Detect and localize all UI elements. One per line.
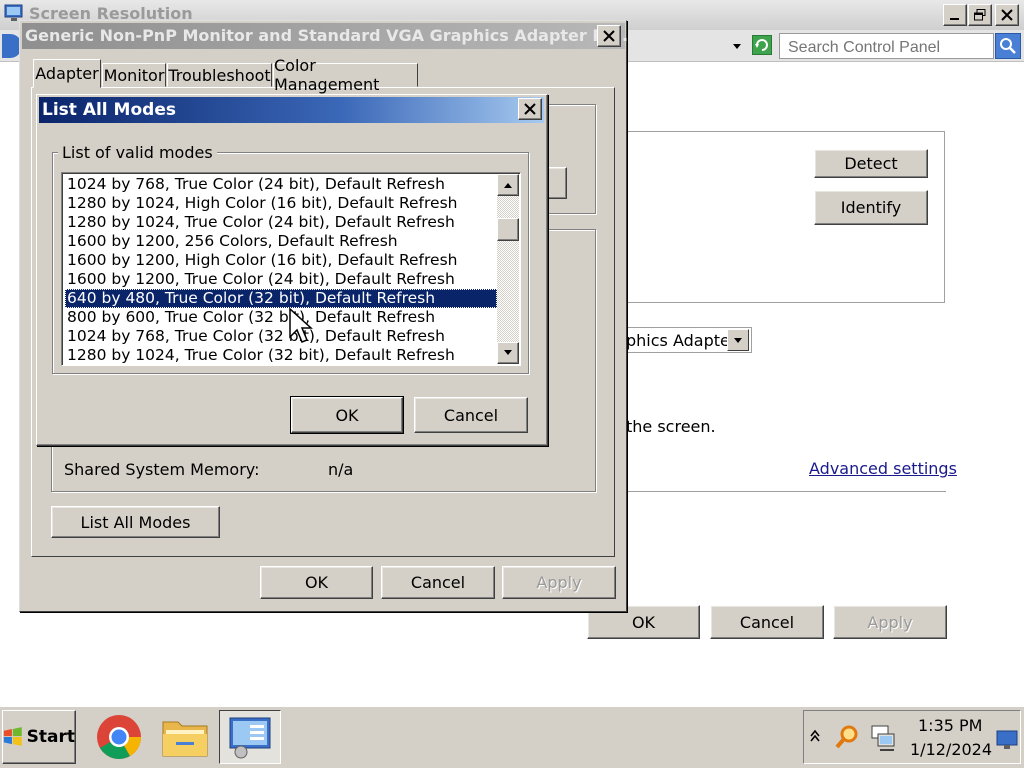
shared-memory-label: Shared System Memory: bbox=[64, 460, 260, 479]
mode-item[interactable]: 800 by 600, True Color (32 bit), Default… bbox=[65, 308, 497, 327]
windows-logo-icon bbox=[3, 727, 22, 746]
tab-adapter[interactable]: Adapter bbox=[33, 59, 101, 88]
minimize-icon bbox=[950, 18, 959, 20]
mode-item[interactable]: 1600 by 1200, 256 Colors, Default Refres… bbox=[65, 232, 497, 251]
display-settings-icon bbox=[229, 717, 271, 759]
mode-item[interactable]: 1024 by 768, True Color (32 bit), Defaul… bbox=[65, 327, 497, 346]
mode-item[interactable]: 1280 by 1024, High Color (16 bit), Defau… bbox=[65, 194, 497, 213]
tab-troubleshoot[interactable]: Troubleshoot bbox=[167, 63, 272, 87]
mode-item[interactable]: 1024 by 768, True Color (24 bit), Defaul… bbox=[65, 175, 497, 194]
mode-item-selected[interactable]: 640 by 480, True Color (32 bit), Default… bbox=[65, 289, 497, 308]
modes-close-button[interactable] bbox=[518, 98, 542, 120]
mouse-cursor bbox=[289, 307, 315, 350]
show-hidden-icons-button[interactable] bbox=[809, 728, 821, 748]
mode-item[interactable]: 1600 by 1200, High Color (16 bit), Defau… bbox=[65, 251, 497, 270]
detect-button[interactable]: Detect bbox=[814, 149, 928, 178]
search-tray-button[interactable] bbox=[834, 724, 860, 754]
properties-title: Generic Non-PnP Monitor and Standard VGA… bbox=[25, 26, 628, 45]
bg-apply-button[interactable]: Apply bbox=[833, 605, 947, 639]
properties-apply-button[interactable]: Apply bbox=[502, 566, 616, 599]
modes-ok-button[interactable]: OK bbox=[290, 396, 404, 434]
scroll-thumb[interactable] bbox=[497, 218, 519, 241]
tab-monitor[interactable]: Monitor bbox=[102, 63, 166, 87]
close-icon bbox=[603, 30, 615, 42]
chrome-icon bbox=[97, 715, 141, 759]
identify-button[interactable]: Identify bbox=[814, 190, 928, 225]
network-icon bbox=[871, 725, 895, 751]
network-tray-button[interactable] bbox=[868, 724, 898, 756]
display-select-arrow[interactable] bbox=[727, 329, 749, 351]
refresh-icon[interactable] bbox=[752, 35, 772, 55]
orientation-hint-text: the screen. bbox=[626, 417, 716, 436]
display-select-value: phics Adapter bbox=[626, 331, 737, 350]
properties-cancel-button[interactable]: Cancel bbox=[381, 566, 495, 599]
show-desktop-button[interactable] bbox=[996, 730, 1018, 754]
scroll-up-button[interactable] bbox=[497, 174, 519, 196]
mode-item[interactable]: 1600 by 1200, True Color (24 bit), Defau… bbox=[65, 270, 497, 289]
clock-date[interactable]: 1/12/2024 bbox=[910, 740, 992, 759]
shared-memory-value: n/a bbox=[328, 460, 354, 479]
valid-modes-label: List of valid modes bbox=[58, 143, 217, 162]
monitor-icon bbox=[996, 730, 1018, 749]
divider bbox=[626, 491, 946, 492]
scroll-down-button[interactable] bbox=[497, 342, 519, 364]
advanced-settings-link[interactable]: Advanced settings bbox=[809, 459, 957, 478]
list-all-modes-button[interactable]: List All Modes bbox=[51, 506, 220, 538]
mode-item[interactable]: 1280 by 1024, True Color (32 bit), Defau… bbox=[65, 346, 497, 365]
properties-ok-button[interactable]: OK bbox=[260, 566, 373, 599]
folder-icon bbox=[162, 721, 208, 757]
start-button[interactable]: Start bbox=[2, 710, 76, 764]
display-settings-taskbar-button[interactable] bbox=[219, 710, 281, 764]
close-icon bbox=[524, 103, 536, 115]
modes-cancel-button[interactable]: Cancel bbox=[414, 397, 528, 433]
address-dropdown-icon[interactable] bbox=[731, 38, 743, 57]
close-icon bbox=[1001, 9, 1013, 21]
chevron-down-icon bbox=[734, 338, 742, 343]
minimize-button[interactable] bbox=[943, 4, 967, 26]
properties-close-button[interactable] bbox=[597, 25, 621, 47]
modes-title: List All Modes bbox=[42, 100, 176, 120]
adapter-properties-button[interactable] bbox=[545, 167, 567, 199]
chrome-taskbar-button[interactable] bbox=[88, 710, 150, 764]
clock-time[interactable]: 1:35 PM bbox=[918, 716, 982, 735]
chevron-up-icon bbox=[810, 729, 820, 742]
arrow-up-icon bbox=[504, 183, 512, 188]
restore-button[interactable] bbox=[968, 4, 992, 26]
search-icon bbox=[1000, 38, 1016, 54]
magnifier-icon bbox=[835, 725, 858, 749]
search-button[interactable] bbox=[995, 33, 1021, 59]
arrow-down-icon bbox=[504, 350, 512, 355]
close-button[interactable] bbox=[995, 4, 1019, 26]
restore-icon bbox=[974, 9, 986, 21]
explorer-taskbar-button[interactable] bbox=[154, 710, 216, 764]
start-label: Start bbox=[26, 727, 75, 747]
modes-scrollbar[interactable] bbox=[497, 174, 519, 364]
search-input[interactable] bbox=[779, 33, 994, 59]
mode-item[interactable]: 1280 by 1024, True Color (24 bit), Defau… bbox=[65, 213, 497, 232]
bg-cancel-button[interactable]: Cancel bbox=[710, 605, 824, 639]
tab-color-management[interactable]: Color Management bbox=[273, 56, 418, 94]
